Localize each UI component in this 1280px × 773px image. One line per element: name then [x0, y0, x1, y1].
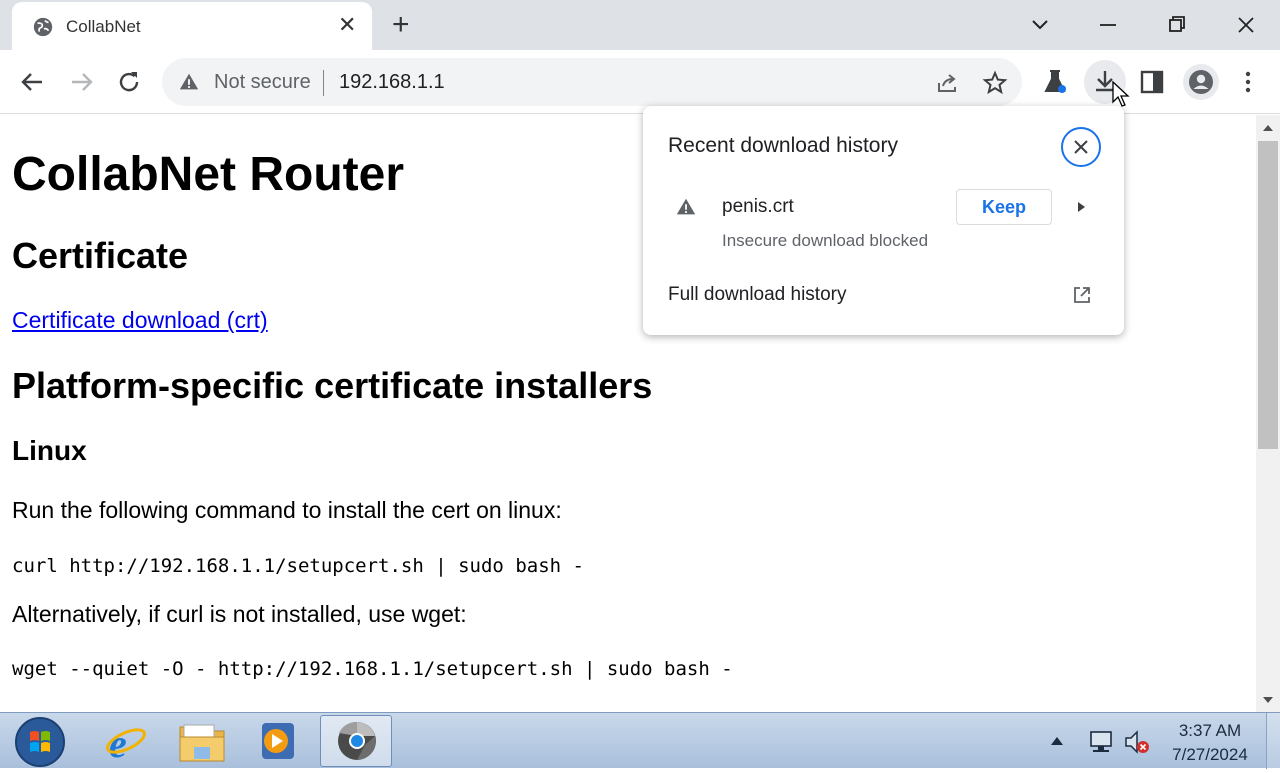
tab-title: CollabNet	[66, 17, 141, 36]
clock-date[interactable]: 7/27/2024	[1160, 745, 1260, 765]
chevron-down-icon[interactable]	[1023, 8, 1057, 42]
certificate-download-link[interactable]: Certificate download (crt)	[12, 307, 268, 334]
taskbar-media-player[interactable]	[242, 715, 314, 767]
globe-icon	[33, 17, 53, 37]
start-button[interactable]	[14, 716, 66, 768]
labs-flask-icon[interactable]	[1037, 64, 1073, 100]
popup-close-button[interactable]	[1061, 127, 1101, 167]
share-icon[interactable]	[934, 70, 960, 96]
media-player-icon[interactable]	[256, 719, 300, 763]
wget-command-code: wget --quiet -O - http://192.168.1.1/set…	[12, 658, 733, 680]
show-desktop-button[interactable]	[1266, 713, 1280, 769]
url-text[interactable]: 192.168.1.1	[339, 71, 445, 94]
side-panel-icon[interactable]	[1134, 64, 1170, 100]
network-icon[interactable]	[1087, 729, 1115, 755]
download-status: Insecure download blocked	[722, 231, 929, 250]
tab-collabnet[interactable]: CollabNet ✕	[12, 2, 372, 50]
restore-icon[interactable]	[1160, 8, 1194, 42]
scrollbar-thumb[interactable]	[1258, 141, 1278, 449]
warning-icon[interactable]	[178, 71, 200, 93]
security-label[interactable]: Not secure	[214, 71, 311, 94]
vertical-scrollbar[interactable]	[1256, 115, 1280, 712]
windows-start-icon[interactable]	[14, 716, 66, 768]
browser-toolbar: Not secure 192.168.1.1	[0, 50, 1280, 114]
tab-strip: CollabNet ✕ +	[0, 0, 1280, 50]
close-icon[interactable]	[1229, 8, 1263, 42]
taskbar-internet-explorer[interactable]: e	[90, 715, 162, 767]
back-arrow-icon[interactable]	[15, 64, 51, 100]
reload-icon[interactable]	[111, 64, 147, 100]
profile-button[interactable]	[1183, 64, 1219, 100]
forward-arrow-icon[interactable]	[63, 64, 99, 100]
mouse-cursor-icon	[1112, 81, 1130, 107]
star-icon[interactable]	[982, 70, 1008, 96]
profile-icon[interactable]	[1187, 68, 1215, 96]
play-arrow-icon[interactable]	[1073, 199, 1089, 215]
omnibox-divider	[323, 70, 324, 96]
clock-time[interactable]: 3:37 AM	[1160, 721, 1260, 741]
keep-button[interactable]: Keep	[956, 189, 1052, 225]
minimize-icon[interactable]	[1091, 8, 1125, 42]
file-explorer-icon[interactable]	[178, 721, 226, 763]
page-title: CollabNet Router	[12, 148, 405, 201]
internet-explorer-icon[interactable]: e	[104, 719, 148, 763]
wget-instruction-text: Alternatively, if curl is not installed,…	[12, 601, 467, 627]
download-history-popup: Recent download history penis.crt Insecu…	[643, 106, 1124, 335]
warning-icon	[676, 198, 696, 215]
scroll-down-arrow-icon[interactable]	[1262, 695, 1274, 705]
open-external-icon[interactable]	[1071, 284, 1093, 306]
heading-platform-installers: Platform-specific certificate installers	[12, 365, 653, 406]
scroll-up-arrow-icon[interactable]	[1262, 123, 1274, 133]
windows-taskbar: e 3:37 AM 7/27/2024	[0, 712, 1280, 769]
heading-linux: Linux	[12, 435, 87, 466]
chrome-icon[interactable]	[335, 719, 379, 763]
full-download-history-link[interactable]: Full download history	[668, 284, 846, 306]
linux-instruction-text: Run the following command to install the…	[12, 497, 562, 523]
taskbar-chrome[interactable]	[320, 715, 392, 767]
close-circle-icon[interactable]	[1072, 138, 1090, 156]
more-menu-icon[interactable]	[1230, 64, 1266, 100]
heading-certificate: Certificate	[12, 235, 189, 276]
tab-close-icon[interactable]: ✕	[338, 14, 356, 36]
download-filename: penis.crt	[722, 196, 794, 217]
taskbar-file-explorer[interactable]	[166, 715, 238, 767]
popup-title: Recent download history	[668, 134, 898, 157]
tray-up-arrow-icon[interactable]	[1050, 735, 1064, 747]
omnibox[interactable]: Not secure 192.168.1.1	[162, 58, 1022, 106]
curl-command-code: curl http://192.168.1.1/setupcert.sh | s…	[12, 555, 584, 577]
volume-muted-icon[interactable]	[1123, 729, 1151, 755]
new-tab-button[interactable]: +	[392, 10, 410, 40]
